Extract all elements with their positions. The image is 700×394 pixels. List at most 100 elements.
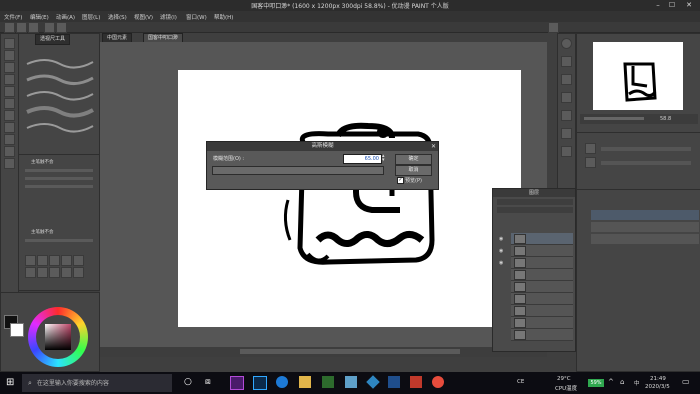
layer-property-icon[interactable] xyxy=(561,74,572,85)
layer-thumbnail xyxy=(514,234,526,244)
layer-opacity[interactable] xyxy=(497,207,573,213)
blend-slider[interactable] xyxy=(25,239,93,242)
move-tool-icon[interactable] xyxy=(4,50,15,61)
layer-row[interactable] xyxy=(511,329,573,341)
layer-row[interactable] xyxy=(511,233,573,245)
minimize-button[interactable]: – xyxy=(652,0,664,11)
menu-animation[interactable]: 动画(A) xyxy=(56,13,75,21)
blur-stepper-icon[interactable]: ▴ ▾ xyxy=(382,154,387,163)
app-green-icon[interactable] xyxy=(322,376,334,388)
save-icon[interactable] xyxy=(28,22,39,33)
layer-thumbnail xyxy=(514,306,526,316)
command-bar xyxy=(0,22,700,33)
horizontal-scrollbar[interactable] xyxy=(240,349,460,354)
blur-range-input[interactable]: 65.00 xyxy=(343,154,382,164)
layer-color-icon[interactable] xyxy=(585,157,596,168)
navigator-preview[interactable] xyxy=(593,42,683,110)
preview-checkbox[interactable]: ✓ xyxy=(397,177,404,184)
layer-row-selected[interactable] xyxy=(591,210,699,220)
eraser-tool-icon[interactable] xyxy=(4,122,15,133)
select-tool-icon[interactable] xyxy=(4,62,15,73)
history-icon[interactable] xyxy=(561,110,572,121)
undo-icon[interactable] xyxy=(44,22,55,33)
eye-icon[interactable]: ◉ xyxy=(499,260,503,266)
menu-layer[interactable]: 图层(L) xyxy=(82,13,100,21)
layer-row[interactable] xyxy=(511,317,573,329)
layer-row[interactable] xyxy=(511,269,573,281)
tab-perspective-ruler[interactable]: 透视尺工具 xyxy=(35,34,71,45)
clock-time[interactable]: 21:49 xyxy=(650,376,666,382)
edge-browser-icon[interactable] xyxy=(276,376,288,388)
clock-date[interactable]: 2020/3/5 xyxy=(645,384,670,390)
file-explorer-icon[interactable] xyxy=(299,376,311,388)
open-icon[interactable] xyxy=(16,22,27,33)
word-icon[interactable] xyxy=(388,376,400,388)
layer-row[interactable] xyxy=(511,305,573,317)
network-icon[interactable]: ⌂ xyxy=(620,378,624,386)
material-icon[interactable] xyxy=(561,92,572,103)
ime-indicator[interactable]: CE xyxy=(517,379,524,385)
taskbar-search[interactable]: ⌕ 在这里输入你要搜索的内容 xyxy=(22,374,172,392)
zoom-slider[interactable] xyxy=(584,117,644,120)
layer-row[interactable] xyxy=(511,257,573,269)
layer-row[interactable] xyxy=(511,245,573,257)
sub-view-icon[interactable] xyxy=(561,56,572,67)
size-slider[interactable] xyxy=(25,169,93,172)
layer-blend-mode[interactable] xyxy=(497,199,573,205)
notification-icon[interactable]: ▭ xyxy=(682,377,690,386)
lasso-tool-icon[interactable] xyxy=(4,74,15,85)
timeline-icon[interactable]: ⧈ xyxy=(205,376,217,388)
layer-row[interactable] xyxy=(591,222,699,232)
color-set-icon[interactable] xyxy=(561,146,572,157)
netease-music-icon[interactable] xyxy=(432,376,444,388)
menu-view[interactable]: 视图(V) xyxy=(134,13,153,21)
menu-window[interactable]: 窗口(W) xyxy=(186,13,207,21)
saturation-square[interactable] xyxy=(45,324,71,350)
navigator-icon[interactable] xyxy=(561,38,572,49)
ok-button[interactable]: 确定 xyxy=(395,154,432,165)
dialog-close-icon[interactable]: ✕ xyxy=(429,142,438,151)
sub-color-swatch[interactable] xyxy=(10,323,24,337)
layer-thumbnail xyxy=(514,318,526,328)
menu-file[interactable]: 文件(F) xyxy=(4,13,22,21)
text-tool-icon[interactable] xyxy=(4,158,15,169)
language-indicator[interactable]: 中 xyxy=(634,379,640,387)
start-windows-icon[interactable]: ⊞ xyxy=(6,377,18,389)
maximize-button[interactable]: ☐ xyxy=(666,0,678,11)
document-canvas[interactable] xyxy=(178,70,521,327)
eye-icon[interactable]: ◉ xyxy=(499,248,503,254)
opacity-slider[interactable] xyxy=(25,177,93,180)
eye-icon[interactable]: ◉ xyxy=(499,236,503,242)
tray-chevron-icon[interactable]: ^ xyxy=(608,378,614,386)
settings-icon[interactable] xyxy=(548,22,559,33)
layer-row[interactable] xyxy=(511,281,573,293)
battery-indicator[interactable]: 59% xyxy=(588,379,604,387)
pencil-tool-icon[interactable] xyxy=(4,98,15,109)
border-effect-icon[interactable] xyxy=(585,143,596,154)
premiere-icon[interactable] xyxy=(230,376,244,390)
redo-icon[interactable] xyxy=(56,22,67,33)
search-layer-icon[interactable] xyxy=(561,128,572,139)
gradient-tool-icon[interactable] xyxy=(4,146,15,157)
cancel-button[interactable]: 取消 xyxy=(395,165,432,176)
new-icon[interactable] xyxy=(4,22,15,33)
close-button[interactable]: ✕ xyxy=(683,0,695,11)
layer-row[interactable] xyxy=(511,293,573,305)
blur-range-slider[interactable] xyxy=(212,166,384,175)
layer-thumbnail xyxy=(514,246,526,256)
red-app-icon[interactable] xyxy=(410,376,422,388)
task-view-icon[interactable]: ○ xyxy=(184,376,196,388)
fill-tool-icon[interactable] xyxy=(4,134,15,145)
menu-edit[interactable]: 编辑(E) xyxy=(30,13,49,21)
menu-help[interactable]: 帮助(H) xyxy=(214,13,233,21)
paint-app-icon[interactable] xyxy=(345,376,357,388)
photoshop-icon[interactable] xyxy=(253,376,267,390)
slider-fill xyxy=(213,167,383,174)
layer-row[interactable] xyxy=(591,234,699,244)
zoom-tool-icon[interactable] xyxy=(4,38,15,49)
brush-tool-icon[interactable] xyxy=(4,110,15,121)
density-slider[interactable] xyxy=(25,185,93,188)
pen-tool-icon[interactable] xyxy=(4,86,15,97)
menu-select[interactable]: 选择(S) xyxy=(108,13,127,21)
menu-filter[interactable]: 滤镜(I) xyxy=(160,13,177,21)
